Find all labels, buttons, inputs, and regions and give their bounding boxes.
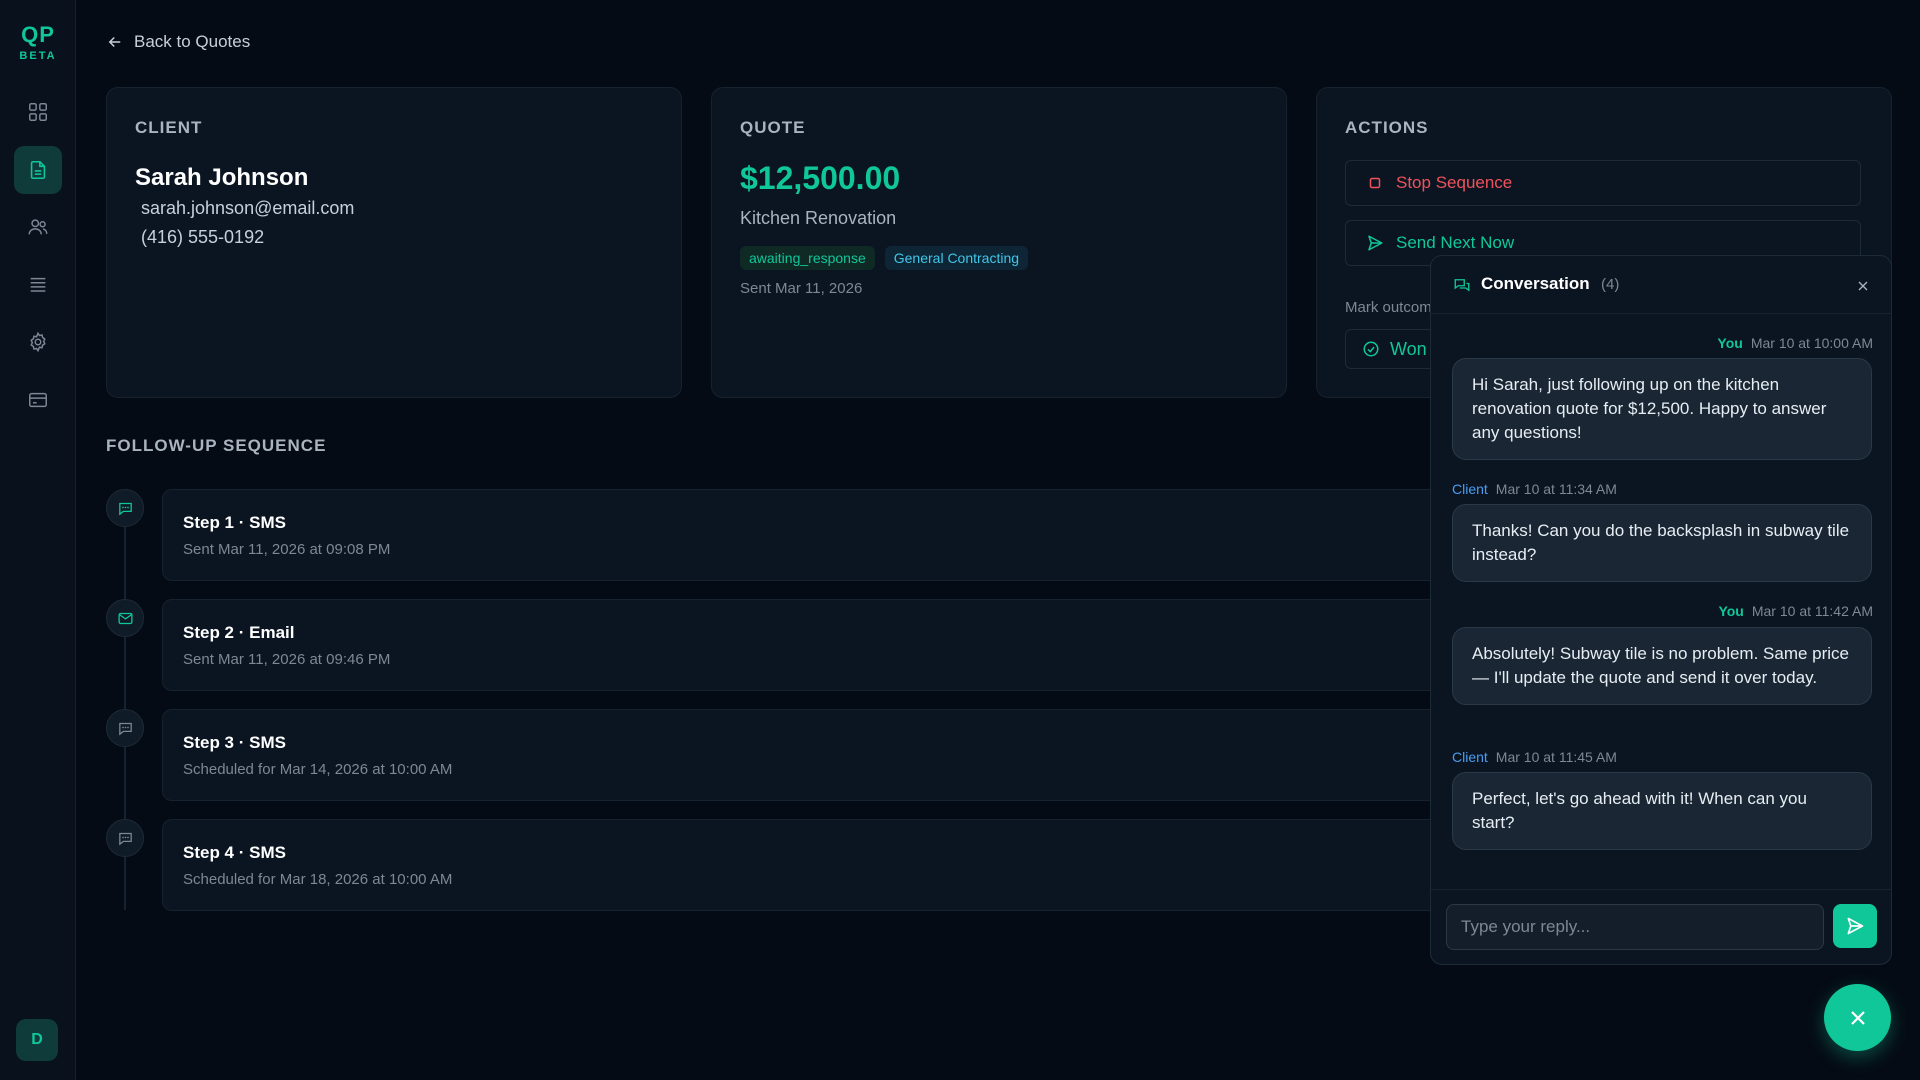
client-card: CLIENT Sarah Johnson sarah.johnson@email… bbox=[106, 87, 682, 398]
message-time: Mar 10 at 11:45 AM bbox=[1495, 749, 1617, 765]
logo-text: QP bbox=[21, 22, 55, 47]
mark-outcome-label: Mark outcom bbox=[1345, 299, 1432, 316]
chat-bubbles-icon bbox=[1454, 279, 1470, 292]
reply-input[interactable] bbox=[1446, 904, 1824, 950]
send-icon bbox=[1847, 917, 1864, 935]
message-meta: Client Mar 10 at 11:45 AM bbox=[1452, 749, 1617, 765]
arrow-left-icon bbox=[108, 36, 121, 48]
won-label: Won bbox=[1390, 338, 1427, 359]
sender-label: Client bbox=[1452, 749, 1488, 765]
quote-amount: $12,500.00 bbox=[740, 160, 901, 196]
avatar[interactable]: D bbox=[16, 1019, 58, 1061]
step-status: Scheduled for Mar 18, 2026 at 10:00 AM bbox=[183, 871, 453, 888]
message-bubble: Perfect, let's go ahead with it! When ca… bbox=[1452, 772, 1872, 850]
stop-icon bbox=[1369, 177, 1381, 189]
conversation-title: Conversation bbox=[1481, 274, 1590, 293]
step-card-1[interactable]: Step 1 · SMS Sent Mar 11, 2026 at 09:08 … bbox=[162, 489, 1562, 581]
step-4-icon bbox=[106, 819, 144, 857]
step-title: Step 4 · SMS bbox=[183, 843, 286, 862]
send-next-now-label: Send Next Now bbox=[1396, 233, 1515, 252]
send-icon bbox=[1368, 235, 1383, 251]
message-bubble: Thanks! Can you do the backsplash in sub… bbox=[1452, 504, 1872, 582]
nav-dashboard[interactable] bbox=[14, 88, 62, 136]
nav-billing[interactable] bbox=[14, 376, 62, 424]
step-3-icon bbox=[106, 709, 144, 747]
step-card-2[interactable]: Step 2 · Email Sent Mar 11, 2026 at 09:4… bbox=[162, 599, 1562, 691]
step-title: Step 2 · Email bbox=[183, 623, 295, 642]
message-meta: You Mar 10 at 11:42 AM bbox=[1718, 603, 1873, 619]
nav-list[interactable] bbox=[14, 261, 62, 309]
grid-icon bbox=[29, 103, 47, 121]
nav-settings[interactable] bbox=[14, 318, 62, 366]
users-icon bbox=[28, 219, 48, 235]
nav-quotes[interactable] bbox=[14, 146, 62, 194]
beta-badge: BETA bbox=[19, 50, 57, 62]
stop-sequence-label: Stop Sequence bbox=[1396, 173, 1513, 192]
stop-sequence-button[interactable]: Stop Sequence bbox=[1345, 160, 1861, 206]
quote-card: QUOTE $12,500.00 Kitchen Renovation awai… bbox=[711, 87, 1287, 398]
message-meta: Client Mar 10 at 11:34 AM bbox=[1452, 481, 1617, 497]
client-email[interactable]: sarah.johnson@email.com bbox=[141, 198, 354, 219]
step-2-icon bbox=[106, 599, 144, 637]
chat-icon bbox=[118, 722, 132, 735]
status-badge: awaiting_response bbox=[740, 246, 875, 270]
list-icon bbox=[30, 277, 46, 292]
sender-label: You bbox=[1717, 335, 1743, 351]
close-chat-fab[interactable] bbox=[1824, 984, 1891, 1051]
step-status: Scheduled for Mar 14, 2026 at 10:00 AM bbox=[183, 761, 453, 778]
client-name: Sarah Johnson bbox=[135, 164, 309, 191]
sequence-heading: FOLLOW-UP SEQUENCE bbox=[106, 436, 327, 455]
message-time: Mar 10 at 10:00 AM bbox=[1750, 335, 1873, 351]
client-heading: CLIENT bbox=[135, 118, 203, 137]
step-status: Sent Mar 11, 2026 at 09:08 PM bbox=[183, 541, 391, 558]
step-status: Sent Mar 11, 2026 at 09:46 PM bbox=[183, 651, 391, 668]
sender-label: You bbox=[1718, 603, 1744, 619]
chat-icon bbox=[118, 502, 132, 515]
step-card-3[interactable]: Step 3 · SMS Scheduled for Mar 14, 2026 … bbox=[162, 709, 1562, 801]
mail-icon bbox=[117, 612, 133, 624]
message-bubble: Absolutely! Subway tile is no problem. S… bbox=[1452, 627, 1872, 705]
quote-sent-date: Sent Mar 11, 2026 bbox=[740, 280, 863, 297]
document-icon bbox=[30, 160, 46, 180]
step-title: Step 3 · SMS bbox=[183, 733, 286, 752]
step-title: Step 1 · SMS bbox=[183, 513, 286, 532]
gear-icon bbox=[30, 331, 46, 353]
send-reply-button[interactable] bbox=[1833, 904, 1877, 948]
message-meta: You Mar 10 at 10:00 AM bbox=[1717, 335, 1873, 351]
chat-icon bbox=[118, 832, 132, 845]
category-badge: General Contracting bbox=[884, 246, 1029, 270]
close-icon bbox=[1850, 1010, 1865, 1025]
close-icon[interactable] bbox=[1855, 278, 1871, 294]
message-time: Mar 10 at 11:34 AM bbox=[1495, 481, 1617, 497]
back-to-quotes-link[interactable]: Back to Quotes bbox=[106, 32, 250, 52]
step-1-icon bbox=[106, 489, 144, 527]
step-card-4[interactable]: Step 4 · SMS Scheduled for Mar 18, 2026 … bbox=[162, 819, 1562, 911]
sender-label: Client bbox=[1452, 481, 1488, 497]
nav-clients[interactable] bbox=[14, 203, 62, 251]
sidebar: QP BETA D bbox=[0, 0, 76, 1080]
credit-card-icon bbox=[29, 392, 47, 408]
logo[interactable]: QP BETA bbox=[0, 22, 76, 62]
message-bubble: Hi Sarah, just following up on the kitch… bbox=[1452, 358, 1872, 460]
actions-heading: ACTIONS bbox=[1345, 118, 1429, 137]
conversation-header: Conversation (4) bbox=[1431, 256, 1891, 314]
message-count: (4) bbox=[1601, 276, 1620, 293]
message-time: Mar 10 at 11:42 AM bbox=[1751, 603, 1873, 619]
check-circle-icon bbox=[1363, 341, 1379, 357]
reply-bar bbox=[1431, 889, 1891, 964]
conversation-panel: Conversation (4) You Mar 10 at 10:00 AM H… bbox=[1430, 255, 1892, 965]
quote-heading: QUOTE bbox=[740, 118, 806, 137]
quote-title: Kitchen Renovation bbox=[740, 208, 897, 228]
quote-tags: awaiting_response General Contracting bbox=[740, 246, 1029, 270]
back-label: Back to Quotes bbox=[134, 32, 251, 51]
client-phone[interactable]: (416) 555-0192 bbox=[141, 227, 264, 248]
